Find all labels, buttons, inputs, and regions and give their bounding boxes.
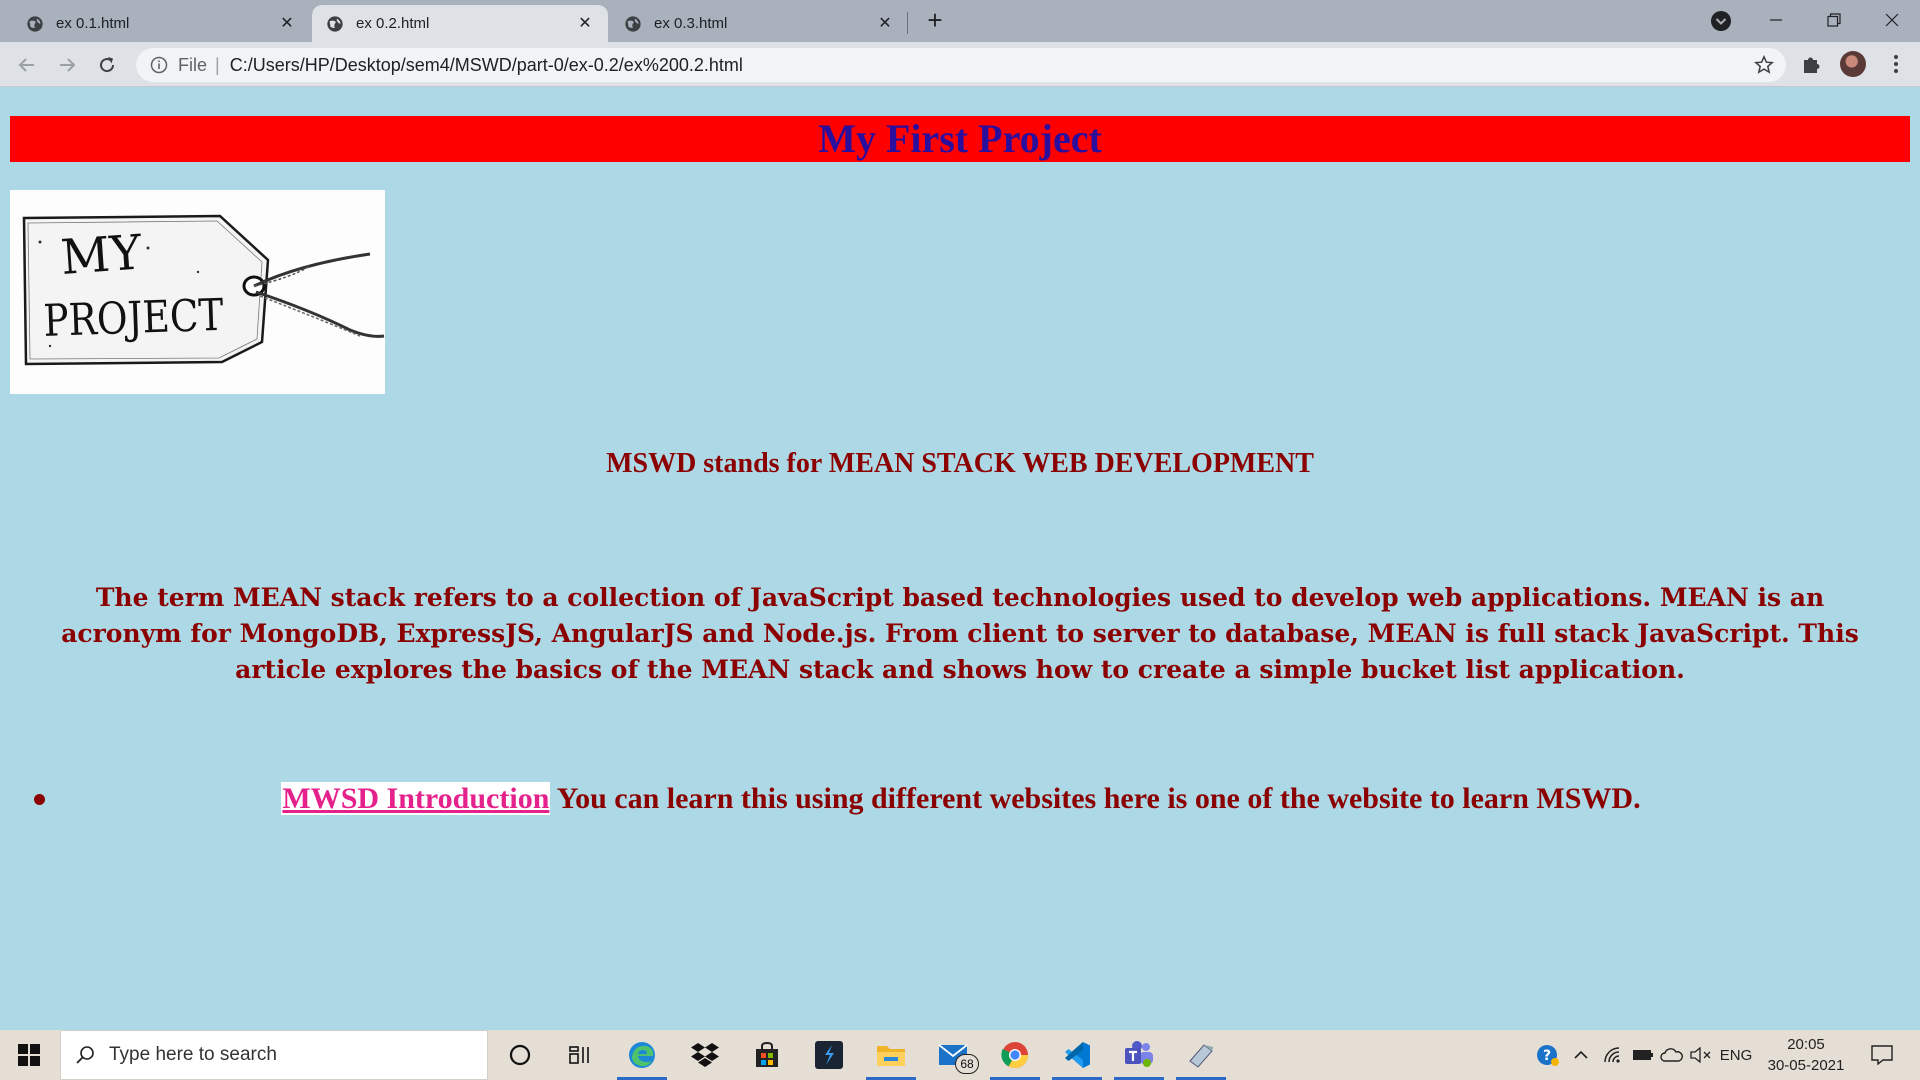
tab-search-icon[interactable] xyxy=(1710,10,1732,32)
system-clock[interactable]: 20:05 30-05-2021 xyxy=(1756,1034,1856,1076)
tab-ex-0-1[interactable]: ex 0.1.html ✕ xyxy=(12,5,310,42)
address-divider: | xyxy=(215,54,220,75)
tag-text-line2: PROJECT xyxy=(43,290,225,347)
arrow-right-icon xyxy=(60,58,76,72)
bookmark-star-icon[interactable] xyxy=(1754,55,1774,75)
globe-icon xyxy=(27,15,43,32)
clock-date: 30-05-2021 xyxy=(1767,1057,1845,1074)
store-icon[interactable] xyxy=(749,1038,785,1072)
start-button[interactable] xyxy=(0,1030,58,1080)
page-subtitle: MSWD stands for MEAN STACK WEB DEVELOPME… xyxy=(606,448,1314,479)
list-item-description: You can learn this using different websi… xyxy=(550,782,1641,815)
wifi-icon[interactable] xyxy=(1600,1030,1626,1080)
chrome-icon[interactable] xyxy=(997,1038,1033,1072)
page-banner: My First Project xyxy=(10,116,1910,162)
search-icon xyxy=(76,1046,94,1064)
task-view-icon[interactable] xyxy=(562,1038,598,1072)
visual-studio-icon[interactable] xyxy=(811,1038,847,1072)
restore-button[interactable] xyxy=(1806,0,1862,40)
tab-ex-0-3[interactable]: ex 0.3.html ✕ xyxy=(610,5,908,42)
arrow-left-icon xyxy=(18,58,34,72)
address-bar[interactable]: File | C:/Users/HP/Desktop/sem4/MSWD/par… xyxy=(136,48,1786,82)
close-icon xyxy=(1885,13,1899,27)
search-placeholder: Type here to search xyxy=(109,1044,277,1065)
tab-title: ex 0.2.html xyxy=(356,15,430,32)
show-hidden-icons-chevron-icon[interactable] xyxy=(1570,1030,1592,1080)
taskbar-search-box[interactable]: Type here to search xyxy=(60,1030,488,1080)
reload-icon xyxy=(100,57,115,73)
battery-icon[interactable] xyxy=(1630,1030,1656,1080)
close-tab-icon[interactable]: ✕ xyxy=(278,15,296,33)
scheme-label: File xyxy=(178,54,208,75)
edge-icon[interactable] xyxy=(624,1038,660,1072)
profile-avatar[interactable] xyxy=(1840,51,1866,77)
globe-icon xyxy=(327,15,343,32)
forward-button[interactable] xyxy=(52,50,82,80)
paint-icon[interactable] xyxy=(1183,1038,1219,1072)
onedrive-cloud-icon[interactable] xyxy=(1658,1030,1686,1080)
reload-button[interactable] xyxy=(92,50,122,80)
url-text[interactable]: C:/Users/HP/Desktop/sem4/MSWD/part-0/ex-… xyxy=(230,55,743,76)
close-tab-icon[interactable]: ✕ xyxy=(576,15,594,33)
vscode-icon[interactable] xyxy=(1059,1038,1095,1072)
volume-muted-icon[interactable] xyxy=(1688,1030,1714,1080)
my-project-tag-image: MY PROJECT xyxy=(10,190,385,394)
project-tag-drawing: MY PROJECT xyxy=(10,190,385,394)
mwsd-introduction-link[interactable]: MWSD Introduction xyxy=(281,782,551,815)
new-tab-button[interactable]: + xyxy=(920,6,950,36)
svg-text:?: ? xyxy=(1543,1048,1551,1064)
mail-badge: 68 xyxy=(955,1054,979,1074)
list-bullet xyxy=(34,794,45,805)
close-tab-icon[interactable]: ✕ xyxy=(876,15,894,33)
tab-title: ex 0.1.html xyxy=(56,15,130,32)
mean-description-paragraph: The term MEAN stack refers to a collecti… xyxy=(61,583,1859,684)
extensions-puzzle-icon[interactable] xyxy=(1800,52,1824,76)
tab-title: ex 0.3.html xyxy=(654,15,728,32)
cortana-icon[interactable] xyxy=(502,1038,538,1072)
minimize-button[interactable] xyxy=(1748,0,1804,40)
restore-icon xyxy=(1827,13,1841,27)
dropbox-icon[interactable] xyxy=(687,1038,723,1072)
list-item-text: MWSD Introduction You can learn this usi… xyxy=(56,780,1866,818)
language-indicator[interactable]: ENG xyxy=(1716,1030,1756,1080)
page-title: My First Project xyxy=(818,116,1102,161)
back-button[interactable] xyxy=(12,50,42,80)
more-menu-icon[interactable] xyxy=(1884,52,1908,76)
list-item: MWSD Introduction You can learn this usi… xyxy=(0,780,1920,820)
windows-logo-icon xyxy=(18,1044,40,1066)
tab-divider xyxy=(907,12,908,34)
help-tray-icon[interactable]: ? xyxy=(1534,1030,1562,1080)
clock-time: 20:05 xyxy=(1787,1036,1825,1053)
notification-center-icon[interactable] xyxy=(1862,1030,1902,1080)
windows-taskbar: Type here to search 68 ? ENG 20:05 30-05… xyxy=(0,1030,1920,1080)
mail-badge-count: 68 xyxy=(960,1057,974,1071)
minimize-icon xyxy=(1770,19,1782,21)
info-icon[interactable] xyxy=(150,56,168,74)
globe-icon xyxy=(625,15,641,32)
teams-icon[interactable] xyxy=(1121,1038,1157,1072)
close-window-button[interactable] xyxy=(1864,0,1920,40)
file-explorer-icon[interactable] xyxy=(873,1038,909,1072)
tag-text-line1: MY xyxy=(59,224,145,286)
tab-ex-0-2[interactable]: ex 0.2.html ✕ xyxy=(312,5,608,42)
page-content: My First Project MY PROJECT MSWD stands … xyxy=(0,88,1920,1030)
browser-toolbar: File | C:/Users/HP/Desktop/sem4/MSWD/par… xyxy=(0,42,1920,87)
browser-tab-bar: ex 0.1.html ✕ ex 0.2.html ✕ ex 0.3.html … xyxy=(0,0,1920,42)
